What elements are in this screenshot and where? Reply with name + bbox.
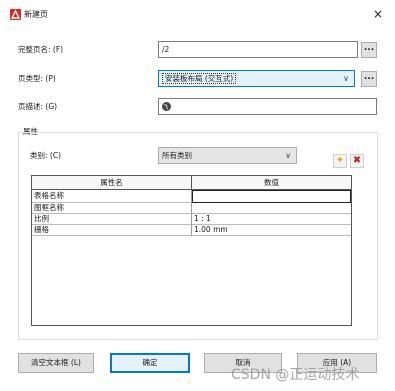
add-property-button[interactable]: ✦ (333, 154, 347, 168)
page-type-value: 安装板布局 (交互式) (162, 73, 237, 84)
table-header-value[interactable]: 数值 (192, 176, 351, 190)
globe-icon[interactable] (162, 102, 171, 111)
table-row-value-input[interactable] (192, 190, 351, 203)
page-type-select[interactable]: 安装板布局 (交互式) ∨ (158, 70, 355, 87)
page-type-browse-button[interactable]: ... (361, 71, 377, 87)
clear-textbox-button[interactable]: 清空文本框 (L) (18, 353, 94, 373)
category-label: 类别: (C) (30, 151, 61, 160)
description-input[interactable] (158, 98, 377, 115)
properties-table: 属性名 数值 表格名称 图框名称 比例 1 : 1 栅格 1.00 mm (31, 175, 352, 326)
delete-icon: ✖ (352, 155, 362, 166)
chevron-down-icon: ∨ (343, 74, 349, 83)
table-row-value[interactable]: 1.00 mm (192, 225, 351, 236)
chevron-down-icon: ∨ (285, 151, 291, 160)
full-name-input[interactable]: /2 (158, 41, 358, 58)
add-icon: ✦ (335, 155, 345, 166)
category-value: 所有类别 (162, 151, 192, 160)
delete-property-button[interactable]: ✖ (350, 154, 364, 168)
close-icon[interactable]: × (373, 8, 383, 20)
app-icon (10, 9, 21, 20)
window-title: 新建页 (24, 10, 48, 19)
table-row-name: 图框名称 (32, 203, 192, 214)
description-label: 页描述: (G) (18, 102, 58, 111)
ok-button[interactable]: 确定 (110, 353, 190, 373)
full-name-browse-button[interactable]: ... (361, 42, 377, 58)
table-header-name[interactable]: 属性名 (32, 176, 192, 190)
title-bar: 新建页 × (0, 0, 395, 26)
full-name-label: 完整页名: (F) (18, 45, 64, 54)
watermark-text: CSDN @正运动技术 (231, 367, 360, 383)
table-row-value[interactable] (192, 203, 351, 214)
category-select[interactable]: 所有类别 ∨ (158, 147, 297, 164)
table-row-value[interactable]: 1 : 1 (192, 214, 351, 225)
page-type-label: 页类型: (P) (18, 74, 56, 83)
table-row-name: 表格名称 (32, 190, 192, 203)
table-row-name: 比例 (32, 214, 192, 225)
table-row-name: 栅格 (32, 225, 192, 236)
